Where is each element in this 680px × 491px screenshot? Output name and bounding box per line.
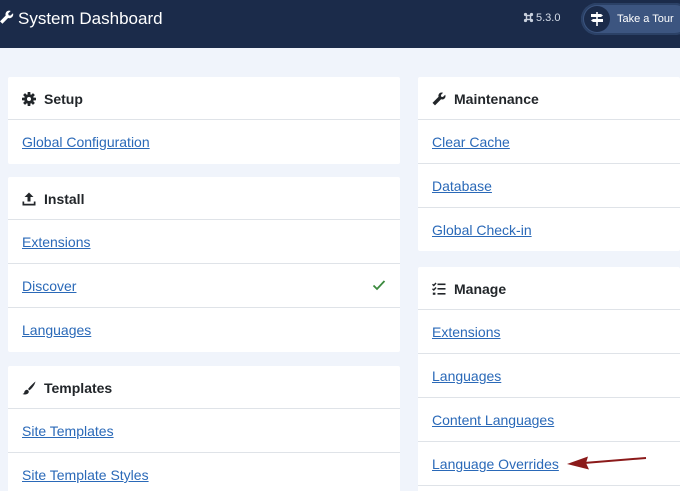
version-badge: 5.3.0 (523, 11, 560, 25)
maintenance-card-header: Maintenance (418, 77, 680, 120)
list-item: Global Check-in (418, 208, 680, 252)
database-link[interactable]: Database (432, 177, 492, 195)
list-item: Discover (8, 264, 400, 308)
list-item: Languages (418, 354, 680, 398)
list-item: Extensions (8, 220, 400, 264)
joomla-logo-icon (523, 12, 534, 23)
manage-title: Manage (454, 281, 507, 297)
checklist-icon (432, 282, 446, 295)
signpost-icon (584, 6, 610, 32)
templates-card-header: Templates (8, 366, 400, 409)
install-extensions-link[interactable]: Extensions (22, 233, 90, 251)
list-item: Database (418, 164, 680, 208)
paintbrush-icon (22, 381, 36, 395)
templates-card: Templates Site Templates Site Template S… (8, 366, 400, 491)
top-header-bar: System Dashboard 5.3.0 Take a Tour (0, 0, 680, 48)
maintenance-title: Maintenance (454, 91, 539, 107)
list-item: Clear Cache (418, 120, 680, 164)
manage-extensions-link[interactable]: Extensions (432, 323, 500, 341)
setup-card-header: Setup (8, 77, 400, 120)
gear-icon (22, 92, 36, 106)
list-item: Site Template Styles (8, 453, 400, 491)
list-item: Global Configuration (8, 120, 400, 164)
manage-card-header: Manage (418, 267, 680, 310)
discover-link[interactable]: Discover (22, 277, 76, 295)
list-item: Site Templates (8, 409, 400, 453)
install-languages-link[interactable]: Languages (22, 321, 91, 339)
page-title: System Dashboard (18, 9, 163, 28)
take-a-tour-button[interactable]: Take a Tour (581, 3, 680, 35)
global-configuration-link[interactable]: Global Configuration (22, 133, 150, 151)
install-card: Install Extensions Discover Languages (8, 177, 400, 352)
content-languages-link[interactable]: Content Languages (432, 411, 554, 429)
annotation-arrow-icon (567, 456, 647, 470)
language-overrides-link[interactable]: Language Overrides (432, 455, 559, 473)
clear-cache-link[interactable]: Clear Cache (432, 133, 510, 151)
version-number: 5.3.0 (536, 12, 561, 24)
check-icon (372, 280, 386, 291)
list-item: Extensions (418, 310, 680, 354)
site-template-styles-link[interactable]: Site Template Styles (22, 466, 149, 484)
site-templates-link[interactable]: Site Templates (22, 422, 114, 440)
wrench-icon (432, 92, 446, 106)
manage-languages-link[interactable]: Languages (432, 367, 501, 385)
global-check-in-link[interactable]: Global Check-in (432, 221, 532, 239)
setup-card: Setup Global Configuration (8, 77, 400, 164)
install-card-header: Install (8, 177, 400, 220)
list-item: Languages (8, 308, 400, 352)
templates-title: Templates (44, 380, 113, 396)
wrench-icon (0, 10, 14, 24)
setup-title: Setup (44, 91, 83, 107)
install-title: Install (44, 191, 85, 207)
maintenance-card: Maintenance Clear Cache Database Global … (418, 77, 680, 251)
take-a-tour-label: Take a Tour (617, 13, 674, 25)
upload-icon (22, 192, 36, 206)
list-item: Content Languages (418, 398, 680, 442)
